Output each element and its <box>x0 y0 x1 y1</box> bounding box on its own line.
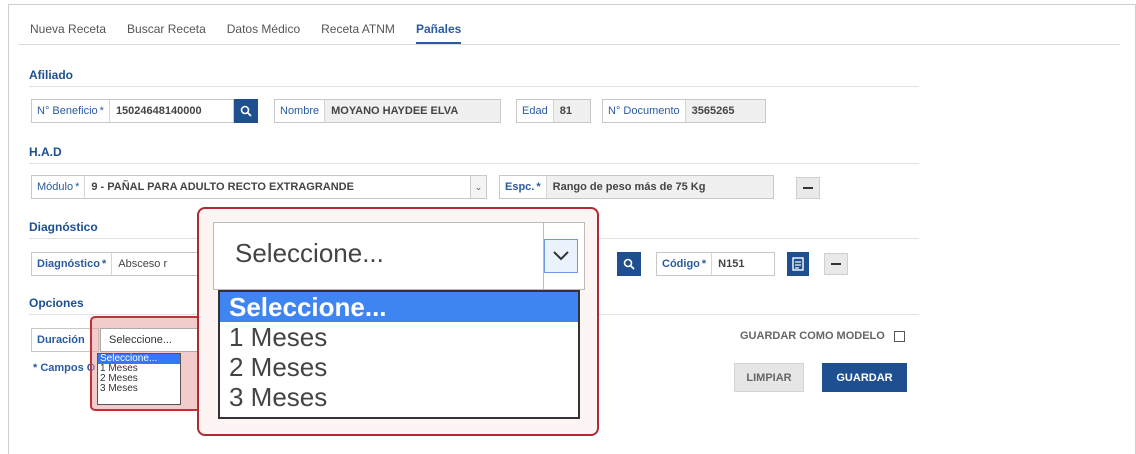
zoom-option[interactable]: Seleccione... <box>220 292 578 322</box>
edad-field: Edad 81 <box>516 99 591 123</box>
codigo-value: N151 <box>712 253 774 275</box>
remove-diagnostico-button[interactable] <box>824 253 848 275</box>
section-divider <box>29 163 919 164</box>
section-title-had: H.A.D <box>29 145 62 159</box>
nombre-label: Nombre <box>275 100 326 122</box>
tab-nueva-receta[interactable]: Nueva Receta <box>30 14 106 44</box>
beneficio-input[interactable]: 15024648140000 <box>109 100 208 122</box>
documento-value: 3565265 <box>685 100 765 122</box>
search-icon <box>623 258 635 270</box>
duracion-options-list: Seleccione... 1 Meses 2 Meses 3 Meses <box>97 353 181 405</box>
diagnostico-field[interactable]: Diagnóstico * Absceso r <box>31 252 221 276</box>
document-button[interactable] <box>787 252 809 276</box>
espc-field: Espc. * Rango de peso más de 75 Kg <box>499 175 774 199</box>
zoom-option[interactable]: 3 Meses <box>220 382 578 412</box>
modulo-value: 9 - PAÑAL PARA ADULTO RECTO EXTRAGRANDE <box>85 176 470 198</box>
zoom-option[interactable]: 2 Meses <box>220 352 578 382</box>
codigo-field: Código * N151 <box>656 252 775 276</box>
nombre-field: Nombre MOYANO HAYDEE ELVA <box>274 99 501 123</box>
espc-label: Espc. * <box>500 176 547 198</box>
tab-panales[interactable]: Pañales <box>415 14 462 44</box>
zoom-select-arrow[interactable] <box>543 222 578 290</box>
document-icon <box>792 257 804 271</box>
tab-bar: Nueva Receta Buscar Receta Datos Médico … <box>30 14 482 44</box>
codigo-label: Código * <box>657 253 713 275</box>
remove-modulo-button[interactable] <box>796 177 820 199</box>
search-beneficio-button[interactable] <box>234 99 258 123</box>
guardar-button[interactable]: GUARDAR <box>822 363 907 392</box>
edad-value: 81 <box>553 100 590 122</box>
zoom-select-value: Seleccione... <box>235 238 384 268</box>
section-divider <box>29 86 919 87</box>
modulo-select[interactable]: Módulo * 9 - PAÑAL PARA ADULTO RECTO EXTR… <box>31 175 487 199</box>
section-title-opciones: Opciones <box>29 296 84 310</box>
edad-label: Edad <box>517 100 554 122</box>
tab-receta-atnm[interactable]: Receta ATNM <box>321 14 395 44</box>
zoom-option[interactable]: 1 Meses <box>220 322 578 352</box>
tab-datos-medico[interactable]: Datos Médico <box>227 14 300 44</box>
zoom-options-list: Seleccione... 1 Meses 2 Meses 3 Meses <box>218 290 580 419</box>
search-icon <box>240 105 252 117</box>
chevron-down-icon <box>553 251 569 261</box>
tab-buscar-receta[interactable]: Buscar Receta <box>127 14 206 44</box>
guardar-modelo-checkbox[interactable] <box>894 331 905 342</box>
beneficio-field[interactable]: N° Beneficio * 15024648140000 <box>31 99 234 123</box>
limpiar-button[interactable]: LIMPIAR <box>734 363 804 392</box>
guardar-modelo-label: GUARDAR COMO MODELO <box>740 330 885 342</box>
chevron-down-icon[interactable]: ⌄ <box>470 176 486 198</box>
duracion-label: Duración <box>32 329 90 351</box>
duracion-select[interactable]: Seleccione... <box>100 328 200 352</box>
duracion-field: Duración <box>31 328 99 352</box>
espc-value: Rango de peso más de 75 Kg <box>546 176 773 198</box>
duracion-option[interactable]: 3 Meses <box>98 384 180 394</box>
minus-icon <box>831 263 841 265</box>
required-fields-note: * Campos O <box>33 362 96 374</box>
modulo-label: Módulo * <box>32 176 86 198</box>
section-title-afiliado: Afiliado <box>29 68 73 82</box>
tabs-divider <box>18 44 1120 45</box>
documento-field: N° Documento 3565265 <box>602 99 766 123</box>
beneficio-label: N° Beneficio * <box>32 100 110 122</box>
diagnostico-label: Diagnóstico * <box>32 253 113 275</box>
minus-icon <box>803 187 813 189</box>
section-title-diagnostico: Diagnóstico <box>29 220 98 234</box>
nombre-value: MOYANO HAYDEE ELVA <box>325 100 500 122</box>
search-diagnostico-button[interactable] <box>617 252 641 276</box>
documento-label: N° Documento <box>603 100 686 122</box>
